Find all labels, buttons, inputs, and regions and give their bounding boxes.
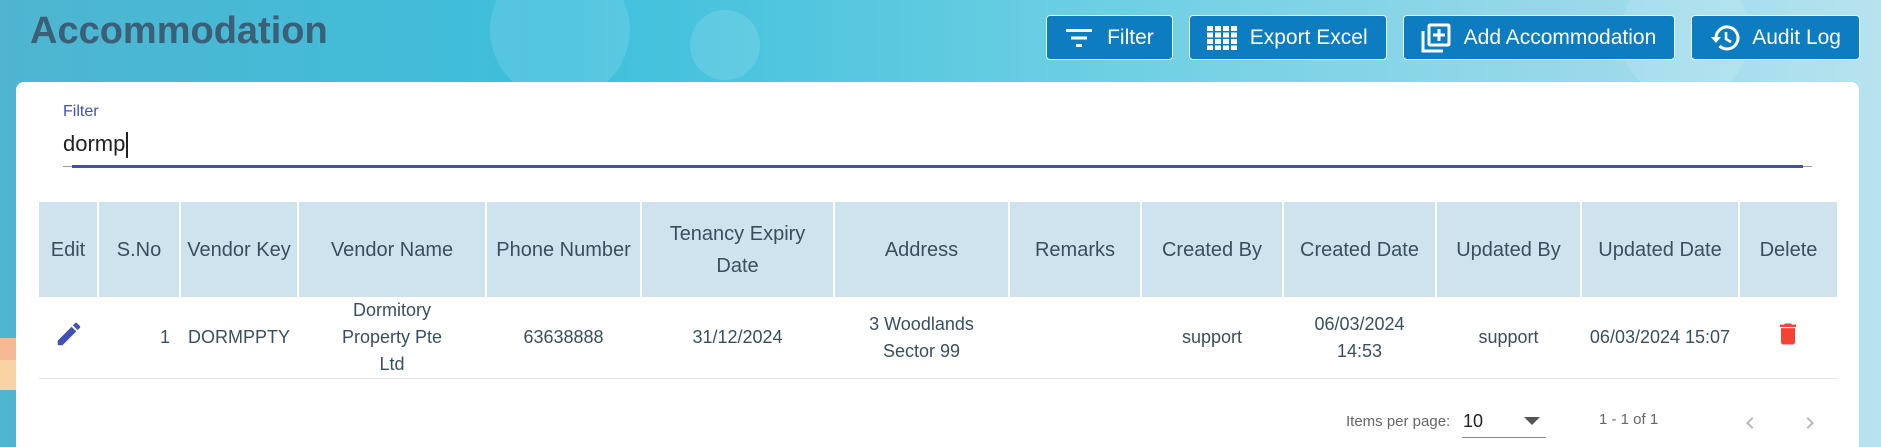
updated-date-cell: 06/03/2024 15:07 bbox=[1581, 297, 1739, 379]
address-cell: 3 Woodlands Sector 99 bbox=[834, 297, 1009, 379]
column-header-tenancy-expiry-date[interactable]: Tenancy Expiry Date bbox=[641, 202, 835, 297]
column-header-address[interactable]: Address bbox=[834, 202, 1010, 297]
tenancy-expiry-cell: 31/12/2024 bbox=[641, 297, 834, 379]
chevron-left-icon bbox=[1746, 417, 1754, 429]
column-header-vendor-name[interactable]: Vendor Name bbox=[298, 202, 487, 297]
toolbar: Filter Export Excel Add Accommodation Au… bbox=[1046, 15, 1860, 60]
audit-log-button-label: Audit Log bbox=[1752, 25, 1841, 49]
items-per-page-label: Items per page: bbox=[1346, 413, 1451, 430]
decor-blob bbox=[0, 338, 16, 360]
chevron-down-icon bbox=[1524, 417, 1540, 425]
grid-icon bbox=[1206, 22, 1238, 54]
table-header-row: Edit S.No Vendor Key Vendor Name Phone N… bbox=[39, 202, 1837, 297]
add-box-icon bbox=[1420, 22, 1452, 54]
filter-icon bbox=[1063, 22, 1095, 54]
vendor-key-cell: DORMPPTY bbox=[180, 297, 298, 379]
delete-cell bbox=[1739, 297, 1837, 379]
paginator: Items per page: 10 1 - 1 of 1 bbox=[16, 397, 1859, 447]
filter-underline bbox=[72, 165, 1803, 168]
decor-blob bbox=[0, 360, 16, 390]
updated-by-cell: support bbox=[1436, 297, 1581, 379]
table-row: 1 DORMPPTY Dormitory Property Pte Ltd 63… bbox=[39, 297, 1837, 379]
filter-button[interactable]: Filter bbox=[1046, 15, 1173, 60]
column-header-created-by[interactable]: Created By bbox=[1141, 202, 1284, 297]
decor-bubble bbox=[690, 10, 760, 80]
column-header-created-date[interactable]: Created Date bbox=[1283, 202, 1437, 297]
remarks-cell bbox=[1009, 297, 1141, 379]
export-excel-button[interactable]: Export Excel bbox=[1188, 15, 1387, 60]
add-accommodation-button-label: Add Accommodation bbox=[1463, 25, 1657, 49]
accommodation-table: Edit S.No Vendor Key Vendor Name Phone N… bbox=[39, 202, 1837, 379]
page-title: Accommodation bbox=[30, 10, 328, 52]
filter-button-label: Filter bbox=[1107, 25, 1154, 49]
phone-number-cell: 63638888 bbox=[486, 297, 641, 379]
column-header-edit: Edit bbox=[39, 202, 99, 297]
sno-cell: 1 bbox=[98, 297, 180, 379]
column-header-vendor-key[interactable]: Vendor Key bbox=[180, 202, 299, 297]
column-header-remarks[interactable]: Remarks bbox=[1009, 202, 1142, 297]
history-icon bbox=[1708, 22, 1740, 54]
add-accommodation-button[interactable]: Add Accommodation bbox=[1402, 15, 1676, 60]
created-by-cell: support bbox=[1141, 297, 1283, 379]
next-page-button[interactable] bbox=[1790, 403, 1830, 443]
column-header-updated-date[interactable]: Updated Date bbox=[1581, 202, 1740, 297]
chevron-right-icon bbox=[1806, 417, 1814, 429]
vendor-name-cell: Dormitory Property Pte Ltd bbox=[298, 297, 486, 379]
page-range-label: 1 - 1 of 1 bbox=[1599, 411, 1659, 428]
delete-icon[interactable] bbox=[1774, 319, 1802, 357]
export-excel-button-label: Export Excel bbox=[1249, 25, 1368, 49]
filter-label: Filter bbox=[63, 103, 99, 120]
filter-input[interactable] bbox=[63, 129, 563, 159]
audit-log-button[interactable]: Audit Log bbox=[1691, 15, 1860, 60]
edit-cell bbox=[39, 297, 98, 379]
page-size-value: 10 bbox=[1463, 411, 1484, 431]
column-header-sno[interactable]: S.No bbox=[98, 202, 181, 297]
column-header-delete: Delete bbox=[1739, 202, 1837, 297]
text-cursor bbox=[126, 132, 128, 158]
page-size-select[interactable]: 10 bbox=[1462, 402, 1546, 438]
created-date-cell: 06/03/2024 14:53 bbox=[1283, 297, 1436, 379]
column-header-updated-by[interactable]: Updated By bbox=[1436, 202, 1582, 297]
edit-icon[interactable] bbox=[54, 319, 84, 357]
previous-page-button[interactable] bbox=[1730, 403, 1770, 443]
content-card: Filter Edit S.No Vendor Key Vendor Name … bbox=[16, 82, 1859, 447]
column-header-phone-number[interactable]: Phone Number bbox=[486, 202, 642, 297]
